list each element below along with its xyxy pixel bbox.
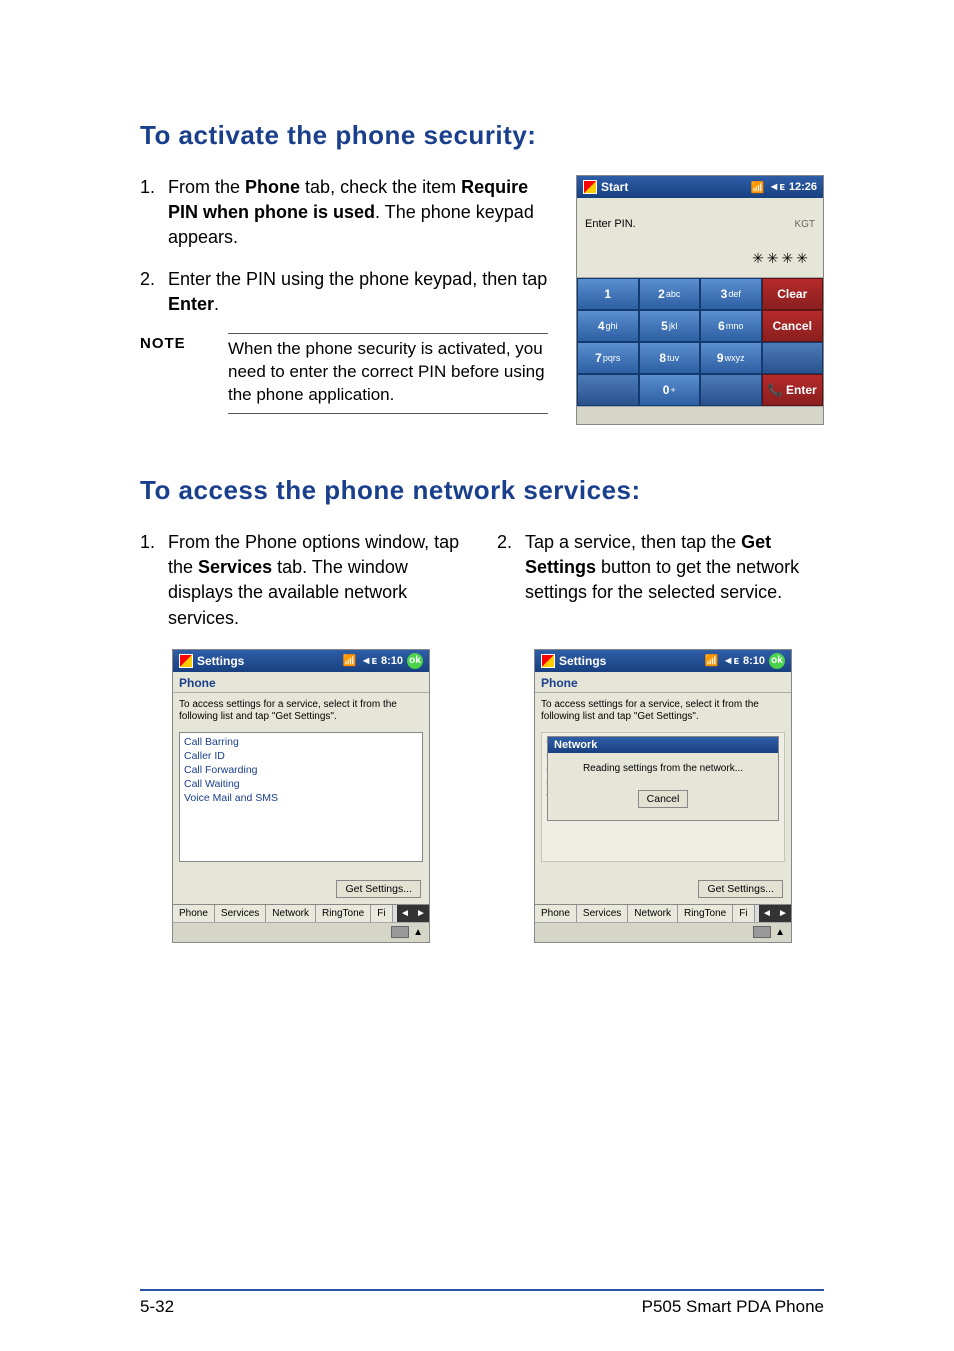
signal-icon: 📶 [705,654,719,667]
start-flag-icon[interactable] [541,654,555,668]
tab-scroll-right[interactable]: ► [775,905,791,922]
keypad-key-4[interactable]: 4ghi [577,310,639,342]
keypad-key-7[interactable]: 7pqrs [577,342,639,374]
popup-body: Reading settings from the network... [548,753,778,782]
tab-phone[interactable]: Phone [535,905,577,922]
tab-ringtone[interactable]: RingTone [316,905,371,922]
tabs-row: PhoneServicesNetworkRingToneFi ◄► [173,904,429,922]
keypad-key-blank [700,374,762,406]
tab-ringtone[interactable]: RingTone [678,905,733,922]
page-number: 5-32 [140,1297,174,1317]
keypad-key-2[interactable]: 2abc [639,278,701,310]
ok-button[interactable]: ok [769,653,785,669]
keypad-key-9[interactable]: 9wxyz [700,342,762,374]
keyboard-icon[interactable] [753,926,771,938]
step-body: Enter the PIN using the phone keypad, th… [168,267,548,317]
service-item[interactable]: Call Forwarding [184,763,418,777]
tab-services[interactable]: Services [577,905,628,922]
note-body: When the phone security is activated, yo… [228,333,548,414]
pin-display: ✳✳✳✳ [577,244,823,277]
services-list[interactable]: Call BarringCaller IDCall ForwardingCall… [179,732,423,862]
tab-network[interactable]: Network [628,905,678,922]
up-arrow-icon[interactable]: ▲ [775,927,785,938]
section1-heading: To activate the phone security: [140,120,824,151]
operator-label: KGT [794,219,815,230]
product-name: P505 Smart PDA Phone [642,1297,824,1317]
tab-scroll-left[interactable]: ◄ [397,905,413,922]
settings-services-screen: Settings 📶 ◄ᴇ 8:10 ok Phone To access se… [172,649,430,943]
keypad-key-5[interactable]: 5jkl [639,310,701,342]
tab-phone[interactable]: Phone [173,905,215,922]
signal-icon: 📶 [343,654,357,667]
service-item[interactable]: Caller ID [184,749,418,763]
services-instruction: To access settings for a service, select… [535,693,791,732]
cancel-button[interactable]: Cancel [638,790,689,808]
tab-scroll-left[interactable]: ◄ [759,905,775,922]
volume-icon: ◄ᴇ [361,655,377,667]
ok-button[interactable]: ok [407,653,423,669]
service-item[interactable]: Voice Mail and SMS [184,791,418,805]
service-item[interactable]: Call Waiting [184,777,418,791]
step-2: 2. Enter the PIN using the phone keypad,… [140,267,548,317]
volume-icon: ◄ᴇ [723,655,739,667]
step-1-services: 1. From the Phone options window, tap th… [140,530,467,631]
keypad-key-blank [577,374,639,406]
popup-title: Network [548,737,778,753]
title-bar: Start 📶 ◄ᴇ 12:26 [577,176,823,198]
step-num: 1. [140,175,168,251]
phone-header: Phone [173,672,429,693]
tab-scroll-right[interactable]: ► [413,905,429,922]
tab-services[interactable]: Services [215,905,266,922]
tab-fi[interactable]: Fi [733,905,754,922]
network-popup: Network Reading settings from the networ… [547,736,779,821]
keypad-key-0[interactable]: 0+ [639,374,701,406]
tabs-row: PhoneServicesNetworkRingToneFi ◄► [535,904,791,922]
keypad-cancel[interactable]: Cancel [762,310,824,342]
get-settings-button[interactable]: Get Settings... [336,880,421,898]
start-label[interactable]: Start [601,180,628,194]
settings-network-popup-screen: Settings 📶 ◄ᴇ 8:10 ok Phone To access se… [534,649,792,943]
signal-icon: 📶 [751,181,765,194]
services-instruction: To access settings for a service, select… [173,693,429,732]
volume-icon: ◄ᴇ [768,181,784,193]
clock: 8:10 [743,655,765,667]
clock: 12:26 [789,181,817,193]
tab-fi[interactable]: Fi [371,905,392,922]
tab-network[interactable]: Network [266,905,316,922]
settings-title: Settings [559,654,606,668]
get-settings-button[interactable]: Get Settings... [698,880,783,898]
service-item[interactable]: Call Barring [184,735,418,749]
note-label: NOTE [140,333,228,414]
keypad-enter[interactable]: 📞 Enter [762,374,824,406]
page-footer: 5-32 P505 Smart PDA Phone [140,1289,824,1317]
step-body: From the Phone tab, check the item Requi… [168,175,548,251]
keypad-key-8[interactable]: 8tuv [639,342,701,374]
pin-entry-screen: Start 📶 ◄ᴇ 12:26 Enter PIN. KGT ✳✳✳✳ 12a… [576,175,824,425]
clock: 8:10 [381,655,403,667]
step-2-services: 2. Tap a service, then tap the Get Setti… [497,530,824,631]
step-1: 1. From the Phone tab, check the item Re… [140,175,548,251]
settings-title: Settings [197,654,244,668]
note: NOTE When the phone security is activate… [140,333,548,414]
screen-footer [577,406,823,424]
keypad: 12abc3defClear 4ghi5jkl6mnoCancel 7pqrs8tu… [577,277,823,406]
keypad-clear[interactable]: Clear [762,278,824,310]
step-num: 2. [140,267,168,317]
keypad-key-1[interactable]: 1 [577,278,639,310]
keypad-key-6[interactable]: 6mno [700,310,762,342]
section2-heading: To access the phone network services: [140,475,824,506]
keypad-key-blank [762,342,824,374]
keypad-key-3[interactable]: 3def [700,278,762,310]
up-arrow-icon[interactable]: ▲ [413,927,423,938]
keyboard-icon[interactable] [391,926,409,938]
start-flag-icon[interactable] [583,180,597,194]
start-flag-icon[interactable] [179,654,193,668]
pin-prompt: Enter PIN. [585,218,636,230]
phone-header: Phone [535,672,791,693]
